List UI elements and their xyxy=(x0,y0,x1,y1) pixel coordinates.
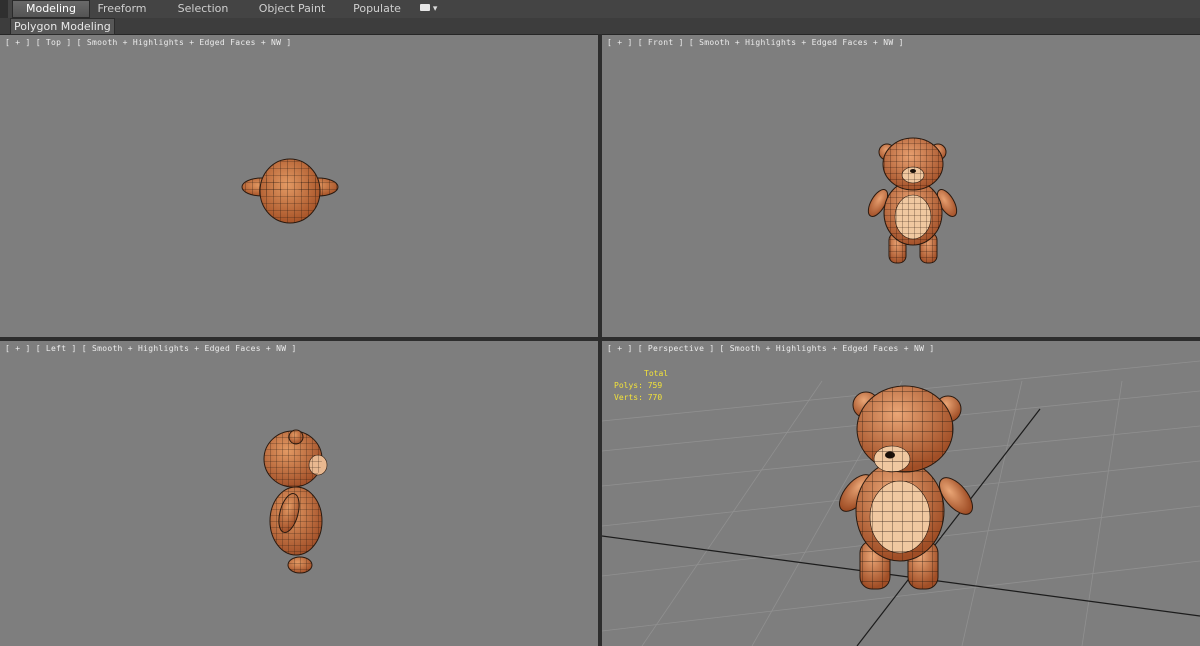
ribbon-tab-bar: Modeling Freeform Selection Object Paint… xyxy=(0,0,1200,19)
bear-model-top-view[interactable] xyxy=(0,35,598,337)
tab-object-paint[interactable]: Object Paint xyxy=(252,1,332,17)
ribbon-panel: Polygon Modeling xyxy=(0,18,1200,35)
bear-model-perspective-view[interactable] xyxy=(602,341,1200,646)
ribbon-options-icon[interactable]: ▾ xyxy=(420,3,440,15)
viewport-top[interactable]: [ + ] [ Top ] [ Smooth + Highlights + Ed… xyxy=(0,35,598,337)
tab-populate[interactable]: Populate xyxy=(348,1,406,17)
viewport-front[interactable]: [ + ] [ Front ] [ Smooth + Highlights + … xyxy=(602,35,1200,337)
viewport-divider-horizontal[interactable] xyxy=(0,337,1200,341)
tab-modeling[interactable]: Modeling xyxy=(12,0,90,18)
bear-model-front-view[interactable] xyxy=(602,35,1200,337)
viewport-left[interactable]: [ + ] [ Left ] [ Smooth + Highlights + E… xyxy=(0,341,598,646)
bear-model-left-view[interactable] xyxy=(0,341,598,646)
ribbon-drag-handle[interactable] xyxy=(0,0,8,18)
tab-freeform[interactable]: Freeform xyxy=(90,1,154,17)
polygon-modeling-panel-button[interactable]: Polygon Modeling xyxy=(10,18,115,35)
tab-selection[interactable]: Selection xyxy=(168,1,238,17)
viewport-perspective[interactable]: [ + ] [ Perspective ] [ Smooth + Highlig… xyxy=(602,341,1200,646)
